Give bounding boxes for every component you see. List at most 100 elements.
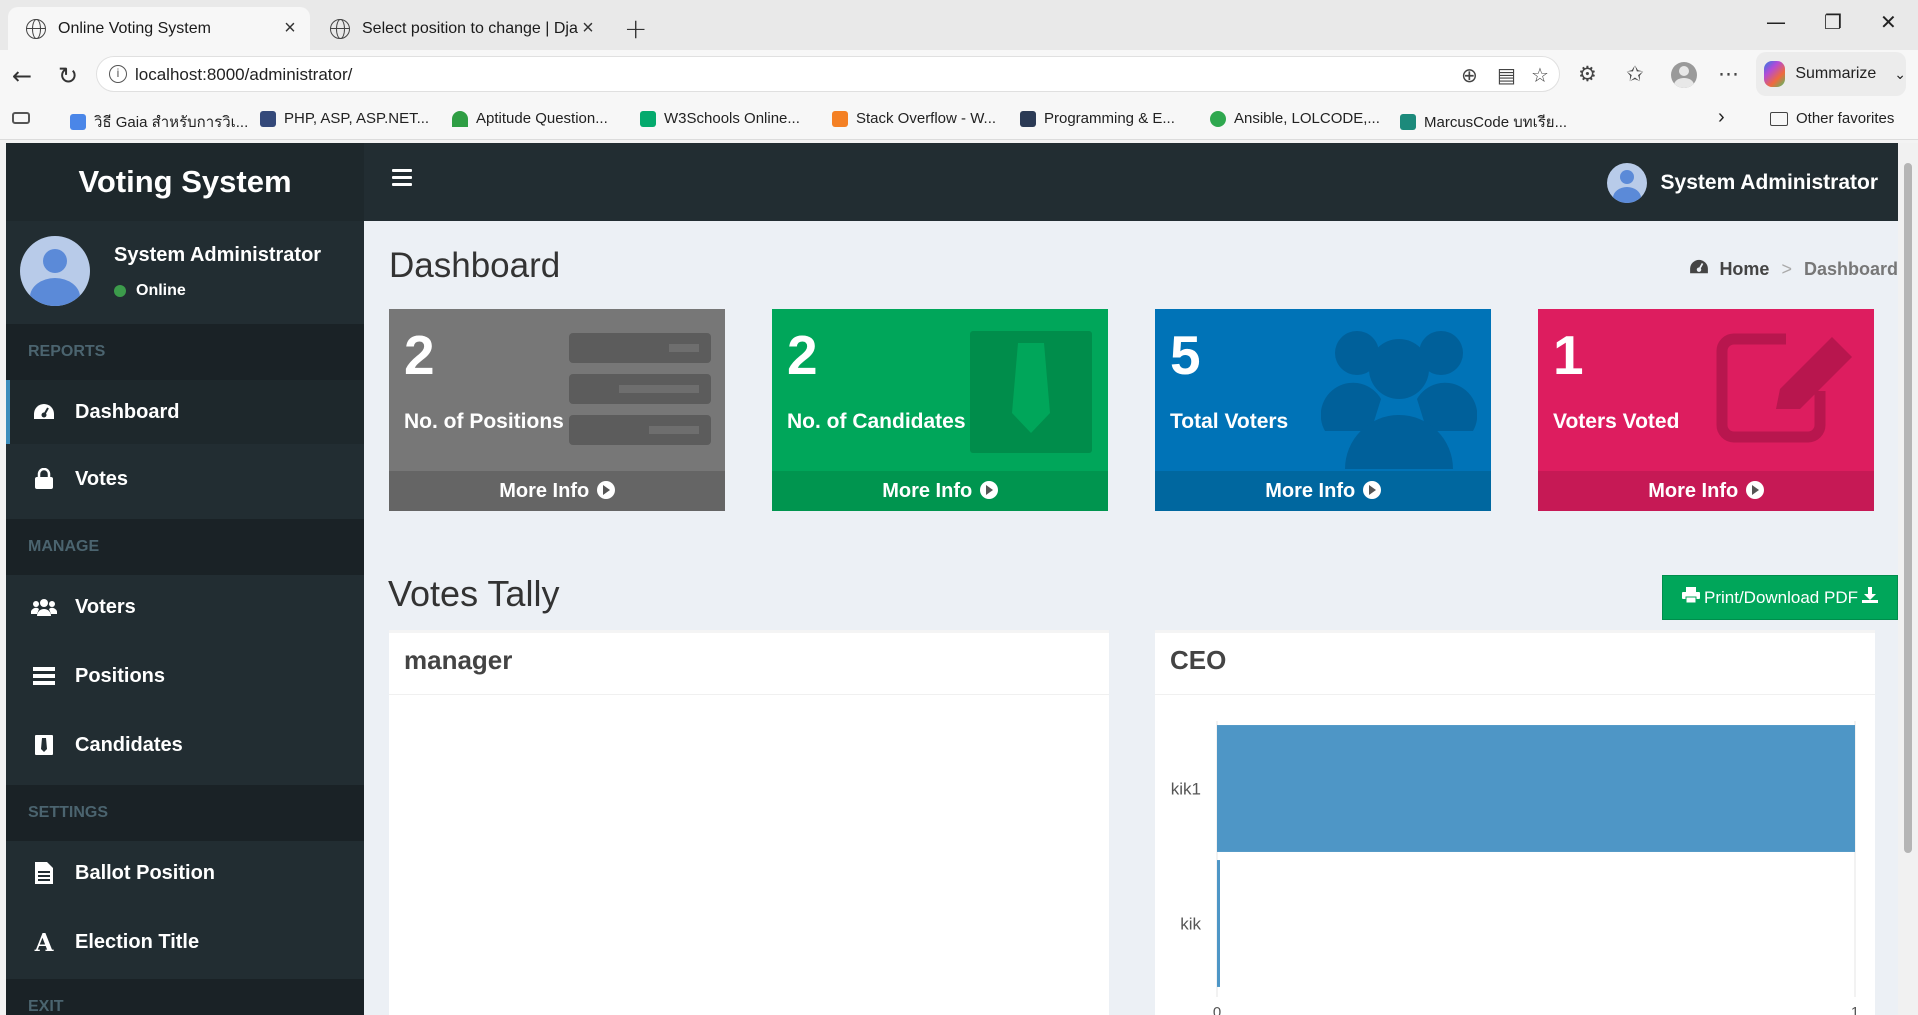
print-pdf-label: Print/Download PDF (1703, 587, 1858, 607)
y-tick-label: kik (1180, 915, 1201, 934)
print-pdf-button[interactable]: Print/Download PDF (1662, 575, 1898, 620)
sidebar-item-label: Voters (75, 595, 136, 618)
bookmark-item[interactable]: Programming & E... (1020, 110, 1175, 127)
sidebar-item-ballot-position[interactable]: Ballot Position (6, 841, 364, 905)
minimize-button[interactable]: — (1766, 10, 1786, 34)
print-icon (1681, 587, 1700, 608)
bookmark-item[interactable]: Ansible, LOLCODE,... (1210, 110, 1380, 127)
sidebar-item-dashboard[interactable]: Dashboard (6, 380, 364, 444)
download-icon (1862, 587, 1878, 608)
stat-value: 5 (1170, 324, 1201, 386)
site-info-icon[interactable]: i (109, 65, 127, 83)
bookmark-item[interactable]: PHP, ASP, ASP.NET... (260, 110, 429, 127)
sidebar-item-label: Election Title (75, 930, 200, 953)
close-tab-icon[interactable]: × (578, 17, 598, 40)
stat-box-positions: 2 No. of Positions More Info (389, 309, 725, 511)
arrow-circle-right-icon (1362, 481, 1381, 499)
sidebar-item-voters[interactable]: Voters (6, 575, 364, 639)
bookmark-item[interactable]: วิธี Gaia สำหรับการวิเ... (70, 110, 248, 134)
page-title: Dashboard (389, 246, 561, 285)
favorites-icon[interactable]: ✩ (1626, 62, 1644, 86)
maximize-button[interactable]: ❐ (1824, 10, 1842, 34)
stat-box-candidates: 2 No. of Candidates More Info (772, 309, 1108, 511)
sidebar-item-positions[interactable]: Positions (6, 644, 364, 708)
close-window-button[interactable]: ✕ (1880, 10, 1897, 34)
chevron-down-icon[interactable]: ⌄ (1894, 66, 1906, 83)
tab-online-voting-system[interactable]: Online Voting System × (8, 7, 310, 50)
avatar (20, 236, 90, 306)
tally-panel-ceo: CEO 0 1 kik1 kik (1155, 630, 1875, 1015)
marcuscode-icon (1400, 114, 1416, 130)
online-dot-icon (114, 285, 126, 297)
sidebar-item-label: Ballot Position (75, 861, 215, 884)
votes-tally-title: Votes Tally (388, 573, 560, 614)
breadcrumb-current: Dashboard (1803, 259, 1898, 279)
panel-title: manager (404, 645, 513, 675)
list-icon (569, 333, 711, 445)
scrollbar-thumb[interactable] (1904, 163, 1912, 853)
summarize-button[interactable]: Summarize ⌄ (1756, 52, 1906, 96)
header-user-menu[interactable]: System Administrator (1606, 163, 1878, 203)
more-info-link[interactable]: More Info (1155, 471, 1491, 511)
stat-box-voters: 5 Total Voters More Info (1155, 309, 1491, 511)
sidebar-item-votes[interactable]: Votes (6, 447, 364, 511)
other-favorites[interactable]: Other favorites (1770, 110, 1894, 127)
dashboard-icon (1689, 259, 1709, 280)
arrow-circle-right-icon (596, 481, 615, 499)
zoom-icon[interactable]: ⊕ (1461, 63, 1478, 87)
reader-view-icon[interactable]: ▤ (1497, 63, 1516, 87)
bar (1217, 725, 1855, 852)
bookmark-apps-icon[interactable] (12, 110, 38, 124)
stat-value: 2 (787, 324, 818, 386)
more-info-link[interactable]: More Info (389, 471, 725, 511)
new-tab-button[interactable]: + (624, 12, 647, 45)
edit-icon (1716, 333, 1852, 443)
back-arrow-icon[interactable]: ← (12, 62, 32, 90)
page-scrollbar[interactable] (1898, 143, 1918, 1015)
stat-label: No. of Candidates (787, 410, 966, 433)
sidebar-item-label: Candidates (75, 733, 183, 756)
stat-value: 2 (404, 324, 435, 386)
profile-icon[interactable] (1671, 62, 1697, 88)
url-field[interactable]: i localhost:8000/administrator/ ⊕ ▤ ☆ (96, 56, 1560, 92)
bookmark-item[interactable]: Stack Overflow - W... (832, 110, 996, 127)
user-name: System Administrator (114, 244, 322, 266)
extensions-icon[interactable]: ⚙ (1578, 62, 1597, 86)
close-tab-icon[interactable]: × (280, 17, 300, 40)
tab-title: Online Voting System (58, 19, 211, 37)
stat-label: Voters Voted (1553, 410, 1680, 433)
translate-icon (70, 114, 86, 130)
tie-icon (970, 331, 1092, 453)
copilot-icon (1764, 61, 1786, 87)
main-content: Dashboard Home > Dashboard 2 No. of Posi… (364, 221, 1898, 1015)
sidebar-item-label: Votes (75, 467, 128, 490)
user-panel: System Administrator Online (6, 221, 364, 324)
sidebar-header-settings: SETTINGS (6, 785, 364, 841)
url-text[interactable]: localhost:8000/administrator/ (135, 65, 352, 85)
site-icon (452, 110, 468, 127)
sidebar-item-candidates[interactable]: Candidates (6, 713, 364, 777)
hamburger-menu-icon[interactable] (392, 169, 412, 187)
more-info-link[interactable]: More Info (772, 471, 1108, 511)
sidebar-item-election-title[interactable]: A Election Title (6, 910, 364, 974)
sidebar: System Administrator Online REPORTS Dash… (6, 221, 364, 1015)
breadcrumb-home-link[interactable]: Home (1719, 259, 1769, 280)
favorite-star-icon[interactable]: ☆ (1531, 63, 1549, 87)
tab-django-admin[interactable]: Select position to change | Django × (312, 7, 608, 50)
site-icon (1210, 110, 1226, 127)
bookmark-item[interactable]: MarcusCode บทเรีย... (1400, 110, 1567, 134)
more-info-link[interactable]: More Info (1538, 471, 1874, 511)
users-icon (1321, 331, 1477, 469)
reload-icon[interactable]: ↻ (58, 62, 78, 90)
stat-box-voters-voted: 1 Voters Voted More Info (1538, 309, 1874, 511)
bookmark-item[interactable]: Aptitude Question... (452, 110, 608, 127)
bookmark-item[interactable]: W3Schools Online... (640, 110, 800, 127)
chevron-right-icon[interactable]: › (1718, 106, 1725, 129)
app: Voting System System Administrator Syste… (6, 143, 1898, 1015)
more-menu-icon[interactable]: ⋯ (1718, 62, 1739, 86)
avatar (1606, 163, 1647, 203)
top-navbar: System Administrator (364, 143, 1898, 221)
panel-divider (389, 694, 1109, 695)
logo[interactable]: Voting System (6, 143, 364, 221)
font-icon: A (34, 927, 54, 957)
